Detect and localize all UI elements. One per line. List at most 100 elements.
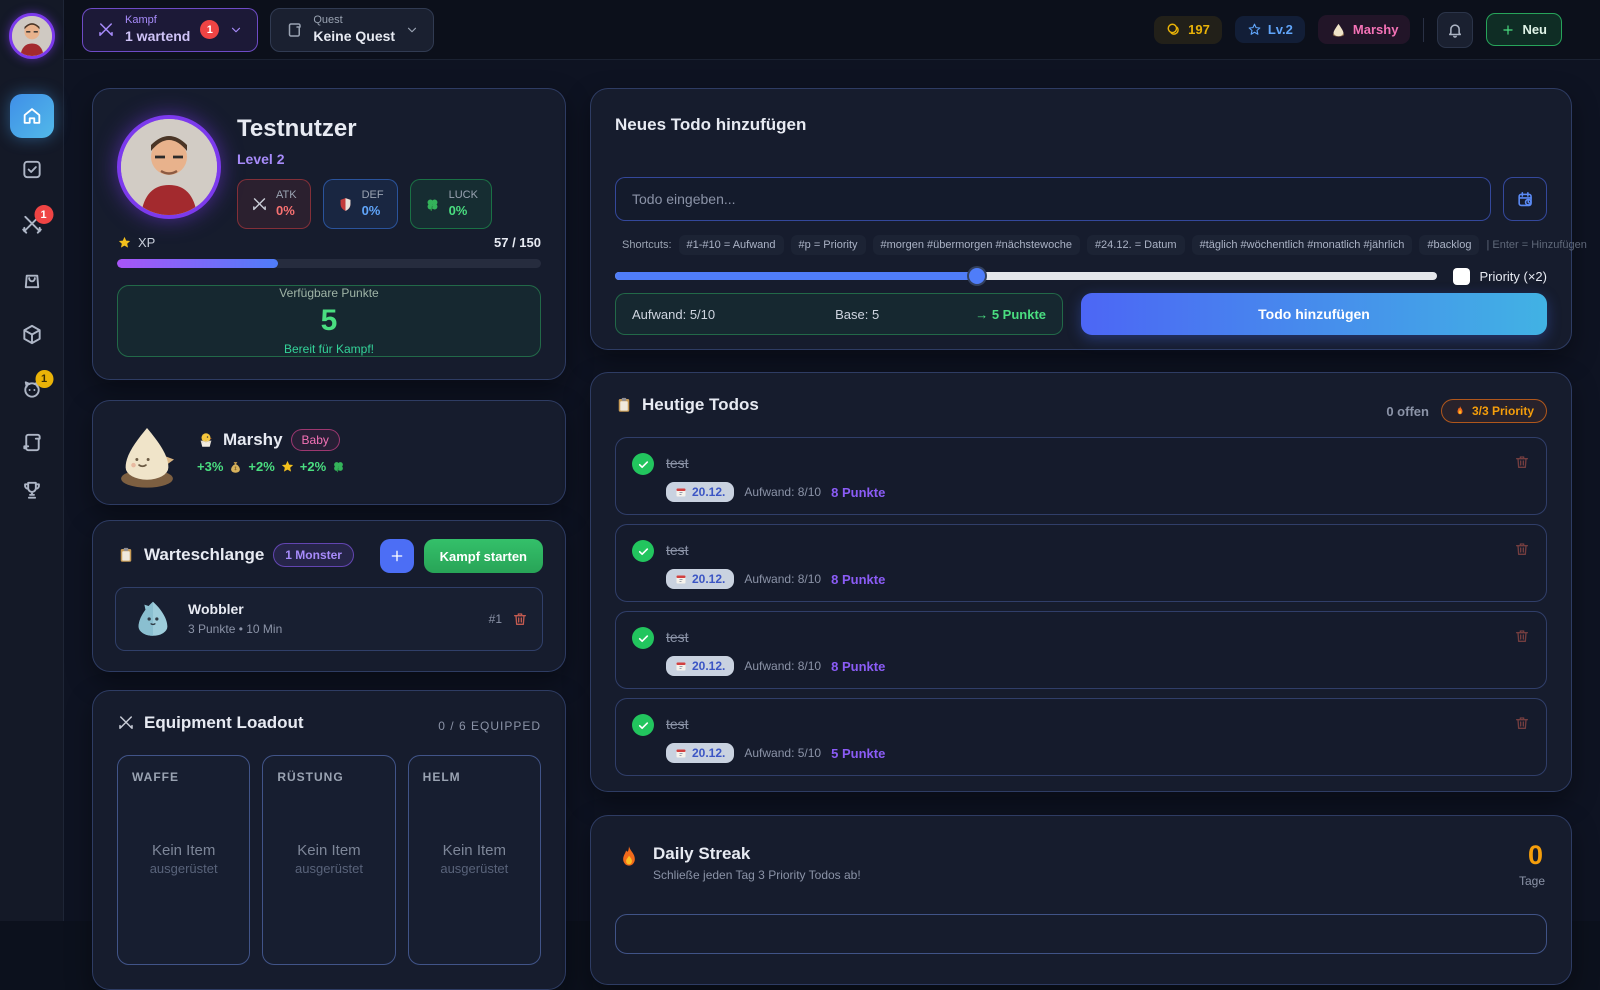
equipped-count: 0 / 6 EQUIPPED [438,719,541,733]
quest-label: Quest [313,14,395,28]
priority-checkbox[interactable] [1453,268,1470,285]
sidebar-item-quests[interactable] [20,431,43,459]
sidebar-item-achievements[interactable] [20,479,43,507]
check-icon [637,545,650,558]
effort-slider-thumb[interactable] [969,268,985,284]
trash-icon[interactable] [1514,541,1530,557]
date-picker-button[interactable] [1503,177,1547,221]
stat-luck: LUCK 0% [410,179,492,229]
sidebar-item-todos[interactable] [20,158,43,186]
battle-status: 1 wartend [125,28,190,46]
profile-card: Testnutzer Level 2 ATK 0% DEF 0% [92,88,566,380]
star-icon [280,459,295,474]
equipment-card: Equipment Loadout 0 / 6 EQUIPPED WAFFE K… [92,690,566,990]
effort-slider[interactable] [615,272,1437,280]
todo-input[interactable] [615,177,1491,221]
user-avatar[interactable] [9,13,55,59]
battle-dropdown[interactable]: Kampf 1 wartend 1 [82,8,258,52]
battle-label: Kampf [125,14,190,28]
todo-date: 20.12. [692,746,725,760]
slot-empty-line1: Kein Item [297,842,360,859]
sidebar-item-inventory[interactable] [20,323,43,351]
todo-item[interactable]: test 20.12. Aufwand: 5/10 5 Punkte [615,698,1547,776]
todo-effort: Aufwand: 8/10 [744,572,821,586]
calendar-icon [675,660,687,672]
profile-level: Level 2 [237,151,284,167]
clover-icon [424,196,441,213]
quest-dropdown[interactable]: Quest Keine Quest [270,8,434,52]
add-monster-button[interactable] [380,539,414,573]
equipment-slot-helmet[interactable]: HELM Kein Item ausgerüstet [408,755,541,965]
enter-hint: | Enter = Hinzufügen [1486,239,1586,251]
shortcut-chip: #1-#10 = Aufwand [679,235,784,255]
new-todo-card: Neues Todo hinzufügen Shortcuts: #1-#10 … [590,88,1572,350]
fire-icon [1454,405,1466,417]
points-subtitle: Bereit für Kampf! [284,342,374,356]
swords-icon [97,21,115,39]
trash-icon[interactable] [512,611,528,627]
start-battle-button[interactable]: Kampf starten [424,539,543,573]
add-todo-button[interactable]: Todo hinzufügen [1081,293,1547,335]
bonus-value: +3% [197,459,223,474]
todo-item[interactable]: test 20.12. Aufwand: 8/10 8 Punkte [615,437,1547,515]
new-button[interactable]: Neu [1486,13,1562,46]
trash-icon[interactable] [1514,628,1530,644]
trophy-icon [20,479,43,502]
todo-points: 5 Punkte [831,746,885,761]
equipment-title: Equipment Loadout [144,713,304,733]
todo-check[interactable] [632,627,654,649]
queue-title: Warteschlange [144,545,264,565]
trash-icon[interactable] [1514,715,1530,731]
calendar-icon [675,747,687,759]
new-button-label: Neu [1522,22,1547,37]
check-icon [637,458,650,471]
scroll-icon [20,431,43,454]
check-square-icon [20,158,43,181]
avatar-photo [121,119,217,215]
bonus-value: +2% [248,459,274,474]
check-icon [637,632,650,645]
equipment-slot-weapon[interactable]: WAFFE Kein Item ausgerüstet [117,755,250,965]
sidebar-item-home[interactable] [10,94,54,138]
todo-check[interactable] [632,453,654,475]
monster-position: #1 [489,612,502,626]
bag-icon [20,268,43,291]
clipboard-icon [615,396,633,414]
todo-check[interactable] [632,540,654,562]
todo-item[interactable]: test 20.12. Aufwand: 8/10 8 Punkte [615,611,1547,689]
coins-badge[interactable]: 197 [1154,16,1222,44]
fire-icon [615,844,643,872]
base-value: Base: 5 [835,307,879,322]
todo-effort: Aufwand: 8/10 [744,659,821,673]
star-icon [117,235,132,250]
equipment-slot-armor[interactable]: RÜSTUNG Kein Item ausgerüstet [262,755,395,965]
main-content: Testnutzer Level 2 ATK 0% DEF 0% [64,60,1600,921]
sidebar-item-shop[interactable] [20,268,43,296]
slot-empty-line1: Kein Item [152,842,215,859]
pet-stage-badge: Baby [291,429,340,451]
queue-monster-row[interactable]: Wobbler 3 Punkte • 10 Min #1 [115,587,543,651]
shortcut-chip: #morgen #übermorgen #nächstewoche [873,235,1080,255]
monster-image [130,596,176,642]
new-todo-title: Neues Todo hinzufügen [615,115,806,135]
sidebar-item-battles[interactable]: 1 [20,213,43,241]
profile-avatar[interactable] [117,115,221,219]
streak-count: 0 [1528,840,1543,871]
sidebar-item-pets[interactable]: 1 [20,378,43,406]
slot-label: WAFFE [132,770,179,784]
streak-title: Daily Streak [653,844,750,864]
todo-item[interactable]: test 20.12. Aufwand: 8/10 8 Punkte [615,524,1547,602]
trash-icon[interactable] [1514,454,1530,470]
level-badge[interactable]: Lv.2 [1235,16,1305,43]
clipboard-icon [117,546,135,564]
bell-icon [1446,21,1464,39]
todo-check[interactable] [632,714,654,736]
todo-title: test [666,716,689,732]
pet-icon [1330,21,1347,38]
calendar-clock-icon [1516,190,1535,209]
notifications-button[interactable] [1437,12,1473,48]
chevron-down-icon [229,23,243,37]
pet-image[interactable] [111,419,183,491]
cube-icon [20,323,43,346]
pet-badge[interactable]: Marshy [1318,15,1411,44]
